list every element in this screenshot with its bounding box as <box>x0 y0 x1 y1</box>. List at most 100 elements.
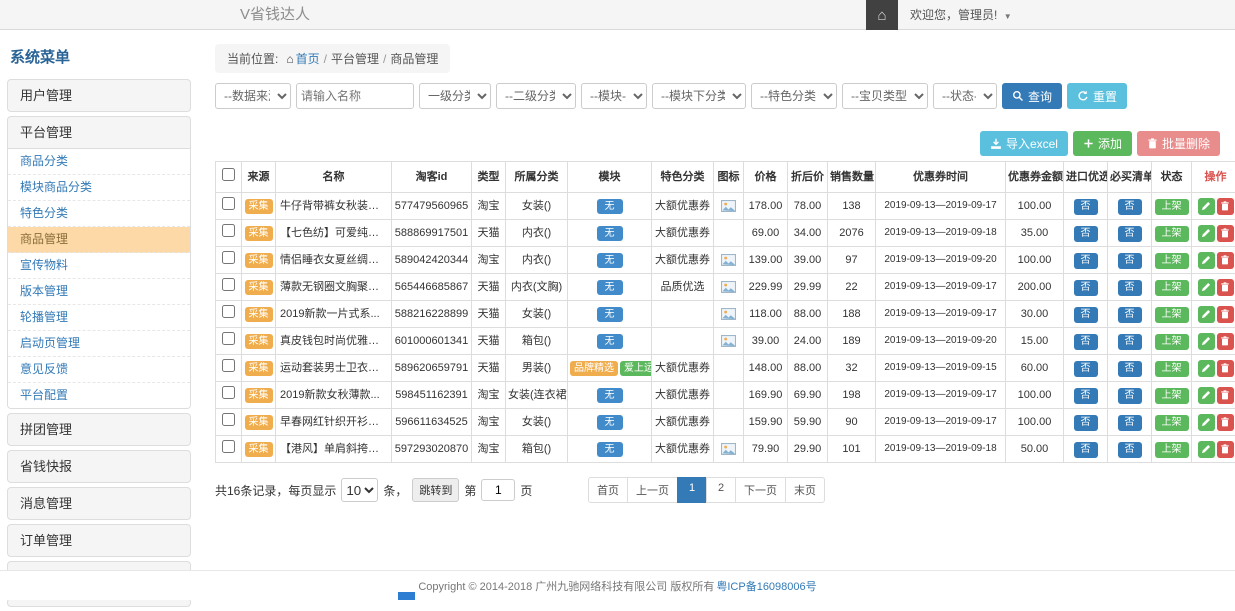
filter-select-status[interactable]: --状态-- <box>933 83 997 109</box>
status-button[interactable]: 上架 <box>1155 199 1189 215</box>
home-button[interactable]: ⌂ <box>866 0 898 30</box>
sidebar-subitem-4[interactable]: 宣传物料 <box>8 253 190 279</box>
must-buy-toggle[interactable]: 否 <box>1118 253 1142 269</box>
sidebar-item-order-management[interactable]: 订单管理 <box>8 525 190 556</box>
delete-button[interactable] <box>1217 225 1234 242</box>
import-select-toggle[interactable]: 否 <box>1074 388 1098 404</box>
sidebar-subitem-8[interactable]: 意见反馈 <box>8 357 190 383</box>
page-button-last[interactable]: 末页 <box>785 477 825 503</box>
search-button[interactable]: 查询 <box>1002 83 1062 109</box>
status-button[interactable]: 上架 <box>1155 280 1189 296</box>
filter-select-item-type[interactable]: --宝贝类型-- <box>842 83 928 109</box>
row-checkbox[interactable] <box>222 197 235 210</box>
sidebar-subitem-9[interactable]: 平台配置 <box>8 383 190 408</box>
filter-input-name[interactable] <box>296 83 414 109</box>
status-button[interactable]: 上架 <box>1155 307 1189 323</box>
row-checkbox[interactable] <box>222 413 235 426</box>
delete-button[interactable] <box>1217 414 1234 431</box>
sidebar-subitem-2[interactable]: 特色分类 <box>8 201 190 227</box>
delete-button[interactable] <box>1217 360 1234 377</box>
must-buy-toggle[interactable]: 否 <box>1118 226 1142 242</box>
must-buy-toggle[interactable]: 否 <box>1118 388 1142 404</box>
edit-button[interactable] <box>1198 360 1215 377</box>
icp-link[interactable]: 粤ICP备16098006号 <box>716 578 816 594</box>
import-select-toggle[interactable]: 否 <box>1074 415 1098 431</box>
filter-select-level2-category[interactable]: --二级分类-- <box>496 83 576 109</box>
row-checkbox[interactable] <box>222 440 235 453</box>
delete-button[interactable] <box>1217 441 1234 458</box>
sidebar-subitem-3[interactable]: 商品管理 <box>8 227 190 253</box>
reset-button[interactable]: 重置 <box>1067 83 1127 109</box>
import-select-toggle[interactable]: 否 <box>1074 226 1098 242</box>
filter-select-module[interactable]: --模块-- <box>581 83 647 109</box>
delete-button[interactable] <box>1217 333 1234 350</box>
sidebar-subitem-7[interactable]: 启动页管理 <box>8 331 190 357</box>
sidebar-subitem-6[interactable]: 轮播管理 <box>8 305 190 331</box>
import-select-toggle[interactable]: 否 <box>1074 253 1098 269</box>
per-page-select[interactable]: 10 <box>341 478 378 502</box>
must-buy-toggle[interactable]: 否 <box>1118 442 1142 458</box>
sidebar-item-group-buy-management[interactable]: 拼团管理 <box>8 414 190 445</box>
page-button-first[interactable]: 首页 <box>588 477 628 503</box>
row-checkbox[interactable] <box>222 224 235 237</box>
edit-button[interactable] <box>1198 279 1215 296</box>
page-number-input[interactable] <box>481 479 515 501</box>
must-buy-toggle[interactable]: 否 <box>1118 199 1142 215</box>
delete-button[interactable] <box>1217 306 1234 323</box>
status-button[interactable]: 上架 <box>1155 415 1189 431</box>
edit-button[interactable] <box>1198 441 1215 458</box>
status-button[interactable]: 上架 <box>1155 388 1189 404</box>
row-checkbox[interactable] <box>222 359 235 372</box>
edit-button[interactable] <box>1198 387 1215 404</box>
status-button[interactable]: 上架 <box>1155 334 1189 350</box>
delete-button[interactable] <box>1217 252 1234 269</box>
import-select-toggle[interactable]: 否 <box>1074 334 1098 350</box>
row-checkbox[interactable] <box>222 278 235 291</box>
must-buy-toggle[interactable]: 否 <box>1118 334 1142 350</box>
edit-button[interactable] <box>1198 225 1215 242</box>
filter-select-level1-category[interactable]: 一级分类 <box>419 83 491 109</box>
import-select-toggle[interactable]: 否 <box>1074 280 1098 296</box>
row-checkbox[interactable] <box>222 386 235 399</box>
filter-select-feature-category[interactable]: --特色分类-- <box>751 83 837 109</box>
edit-button[interactable] <box>1198 306 1215 323</box>
sidebar-subitem-0[interactable]: 商品分类 <box>8 149 190 175</box>
page-button-prev[interactable]: 上一页 <box>627 477 678 503</box>
status-button[interactable]: 上架 <box>1155 361 1189 377</box>
sidebar-item-clipped-item[interactable] <box>8 599 190 607</box>
edit-button[interactable] <box>1198 414 1215 431</box>
sidebar-item-message-management[interactable]: 消息管理 <box>8 488 190 519</box>
import-select-toggle[interactable]: 否 <box>1074 442 1098 458</box>
must-buy-toggle[interactable]: 否 <box>1118 280 1142 296</box>
import-select-toggle[interactable]: 否 <box>1074 361 1098 377</box>
page-button-page-1[interactable]: 1 <box>677 477 707 503</box>
breadcrumb-home-link[interactable]: 首页 <box>296 52 320 66</box>
select-all-checkbox[interactable] <box>222 168 235 181</box>
user-menu[interactable]: 欢迎您，管理员! ▼ <box>898 0 1024 30</box>
edit-button[interactable] <box>1198 198 1215 215</box>
sidebar-item-platform-management[interactable]: 平台管理 <box>8 117 190 148</box>
status-button[interactable]: 上架 <box>1155 253 1189 269</box>
batch-delete-button[interactable]: 批量删除 <box>1137 131 1220 156</box>
sidebar-subitem-1[interactable]: 模块商品分类 <box>8 175 190 201</box>
sidebar-item-user-management[interactable]: 用户管理 <box>8 80 190 111</box>
edit-button[interactable] <box>1198 333 1215 350</box>
row-checkbox[interactable] <box>222 251 235 264</box>
import-select-toggle[interactable]: 否 <box>1074 199 1098 215</box>
status-button[interactable]: 上架 <box>1155 442 1189 458</box>
delete-button[interactable] <box>1217 387 1234 404</box>
filter-select-data-source[interactable]: --数据来源-- <box>215 83 291 109</box>
add-button[interactable]: 添加 <box>1073 131 1132 156</box>
row-checkbox[interactable] <box>222 332 235 345</box>
sidebar-item-saving-express[interactable]: 省钱快报 <box>8 451 190 482</box>
must-buy-toggle[interactable]: 否 <box>1118 415 1142 431</box>
edit-button[interactable] <box>1198 252 1215 269</box>
status-button[interactable]: 上架 <box>1155 226 1189 242</box>
page-button-page-2[interactable]: 2 <box>706 477 736 503</box>
row-checkbox[interactable] <box>222 305 235 318</box>
page-button-next[interactable]: 下一页 <box>735 477 786 503</box>
delete-button[interactable] <box>1217 198 1234 215</box>
import-select-toggle[interactable]: 否 <box>1074 307 1098 323</box>
sidebar-subitem-5[interactable]: 版本管理 <box>8 279 190 305</box>
jump-button[interactable]: 跳转到 <box>412 478 459 502</box>
